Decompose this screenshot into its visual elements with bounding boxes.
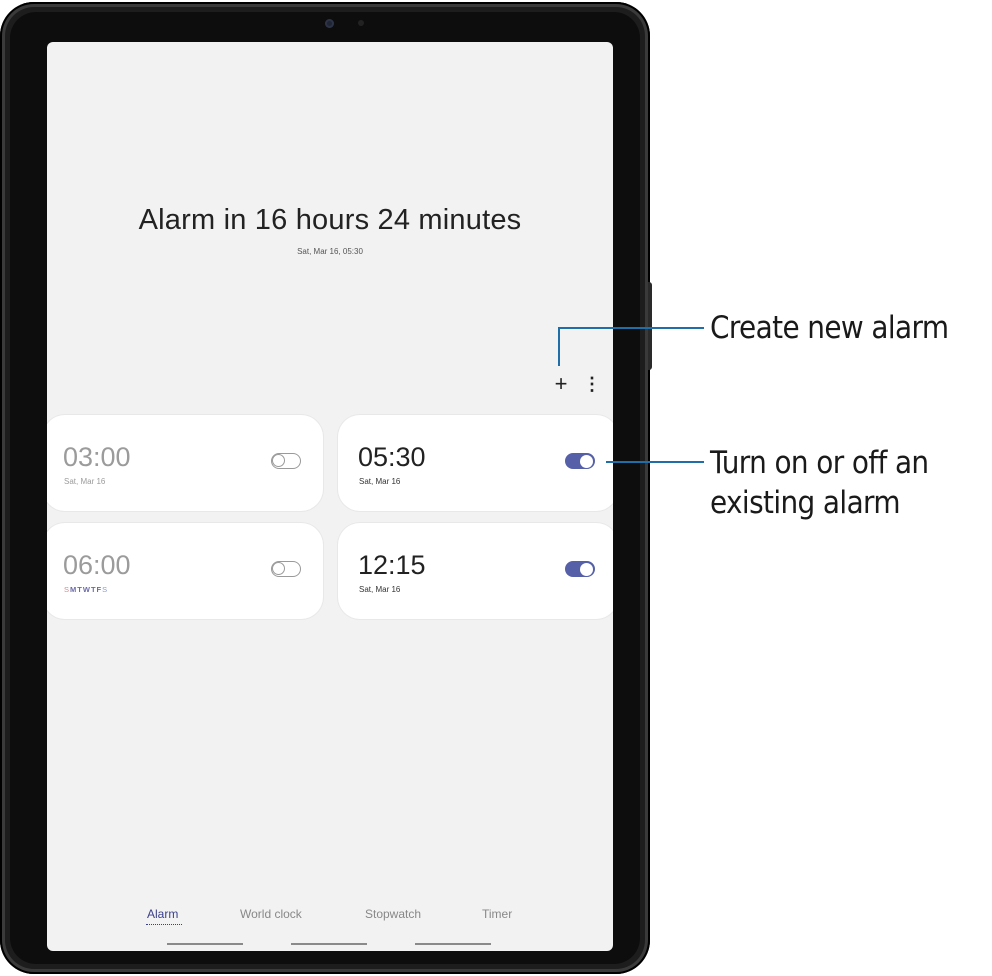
tab-world-clock[interactable]: World clock <box>240 907 302 921</box>
system-nav-bar <box>47 943 613 945</box>
recents-nav-button[interactable] <box>167 943 243 945</box>
toggle-knob <box>580 454 593 468</box>
tablet-frame: Alarm in 16 hours 24 minutes Sat, Mar 16… <box>0 2 650 974</box>
callout-create-alarm: Create new alarm <box>710 310 949 346</box>
alarm-card[interactable]: 05:30 Sat, Mar 16 <box>338 415 613 511</box>
alarm-time: 06:00 <box>63 550 131 580</box>
callout-leader-vertical <box>558 328 560 366</box>
tab-timer[interactable]: Timer <box>482 907 512 921</box>
alarm-card[interactable]: 03:00 Sat, Mar 16 <box>47 415 323 511</box>
repeat-day-letters: SMTWTFS <box>64 585 108 594</box>
add-alarm-button[interactable]: + <box>550 372 572 396</box>
tab-alarm[interactable]: Alarm <box>147 907 178 921</box>
next-alarm-headline: Alarm in 16 hours 24 minutes <box>138 204 522 236</box>
toggle-knob <box>272 562 285 575</box>
repeat-day-letter: W <box>82 585 91 594</box>
more-vertical-icon: ⋮ <box>583 374 601 394</box>
bottom-tab-bar: Alarm World clock Stopwatch Timer <box>47 907 613 927</box>
alarm-toggle[interactable] <box>565 453 595 469</box>
next-alarm-datetime: Sat, Mar 16, 05:30 <box>297 247 363 256</box>
alarm-date: Sat, Mar 16 <box>359 585 401 594</box>
alarm-repeat-days: SMTWTFS <box>64 585 108 594</box>
alarm-date: Sat, Mar 16 <box>359 477 401 486</box>
side-button <box>648 282 652 370</box>
alarm-card[interactable]: 06:00 SMTWTFS <box>47 523 323 619</box>
active-tab-indicator <box>146 924 182 925</box>
alarm-toggle[interactable] <box>271 453 301 469</box>
callout-toggle-alarm: Turn on or off an existing alarm <box>710 445 929 521</box>
clock-app-screen: Alarm in 16 hours 24 minutes Sat, Mar 16… <box>47 42 613 951</box>
toggle-knob <box>272 454 285 467</box>
alarm-toggle[interactable] <box>565 561 595 577</box>
tab-stopwatch[interactable]: Stopwatch <box>365 907 421 921</box>
alarm-toggle[interactable] <box>271 561 301 577</box>
callout-leader-create <box>558 327 704 329</box>
alarm-date: Sat, Mar 16 <box>64 477 106 486</box>
alarm-time: 05:30 <box>358 442 426 472</box>
more-options-button[interactable]: ⋮ <box>583 372 601 396</box>
alarm-time: 03:00 <box>63 442 131 472</box>
home-nav-button[interactable] <box>291 943 367 945</box>
toggle-knob <box>580 562 593 576</box>
camera-icon <box>325 19 334 28</box>
alarm-card[interactable]: 12:15 Sat, Mar 16 <box>338 523 613 619</box>
plus-icon: + <box>554 371 568 396</box>
back-nav-button[interactable] <box>415 943 491 945</box>
repeat-day-letter: S <box>102 585 109 594</box>
alarm-time: 12:15 <box>358 550 426 580</box>
callout-leader-toggle <box>606 461 704 463</box>
sensor-icon <box>358 20 364 26</box>
